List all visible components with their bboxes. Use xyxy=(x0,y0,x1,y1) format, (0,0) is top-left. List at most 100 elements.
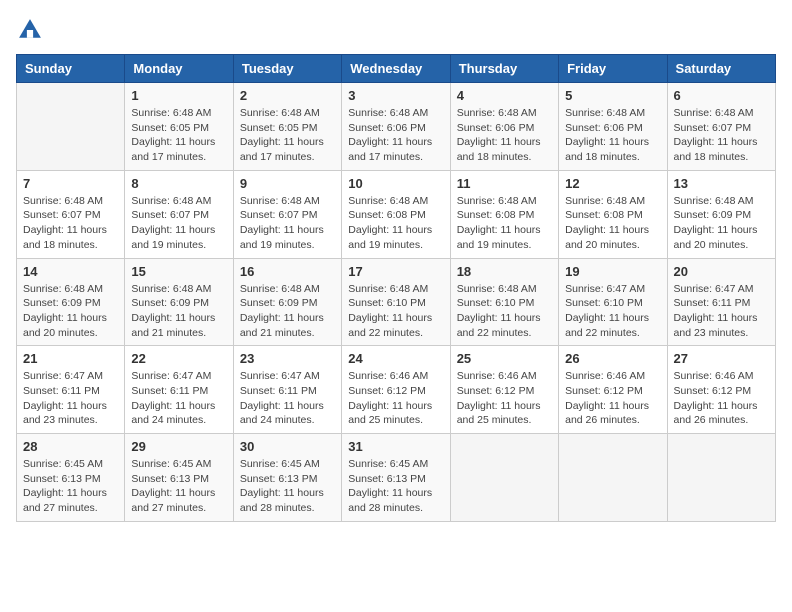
day-number: 6 xyxy=(674,88,769,103)
day-info: Sunrise: 6:46 AMSunset: 6:12 PMDaylight:… xyxy=(348,369,443,428)
day-number: 30 xyxy=(240,439,335,454)
calendar-cell: 8Sunrise: 6:48 AMSunset: 6:07 PMDaylight… xyxy=(125,170,233,258)
calendar-week-row: 14 Sunrise: 6:48 AMSunset: 6:09 PMDayligh… xyxy=(17,258,776,346)
day-info: Sunrise: 6:46 AMSunset: 6:12 PMDaylight:… xyxy=(457,369,552,428)
calendar-cell: 9 Sunrise: 6:48 AMSunset: 6:07 PMDaylight… xyxy=(233,170,341,258)
day-info: Sunrise: 6:47 AMSunset: 6:11 PMDaylight:… xyxy=(674,282,769,341)
calendar-cell: 13Sunrise: 6:48 AMSunset: 6:09 PMDayligh… xyxy=(667,170,775,258)
day-number: 3 xyxy=(348,88,443,103)
day-info: Sunrise: 6:46 AMSunset: 6:12 PMDaylight:… xyxy=(565,369,660,428)
day-number: 18 xyxy=(457,264,552,279)
day-number: 16 xyxy=(240,264,335,279)
day-number: 10 xyxy=(348,176,443,191)
calendar-cell xyxy=(450,434,558,522)
calendar-cell: 14 Sunrise: 6:48 AMSunset: 6:09 PMDayligh… xyxy=(17,258,125,346)
day-number: 9 xyxy=(240,176,335,191)
day-number: 12 xyxy=(565,176,660,191)
calendar-cell: 28 Sunrise: 6:45 AMSunset: 6:13 PMDayligh… xyxy=(17,434,125,522)
weekday-header-sunday: Sunday xyxy=(17,55,125,83)
day-info: Sunrise: 6:47 AMSunset: 6:11 PMDaylight:… xyxy=(23,369,118,428)
day-number: 28 xyxy=(23,439,118,454)
weekday-header-friday: Friday xyxy=(559,55,667,83)
day-info: Sunrise: 6:48 AMSunset: 6:09 PMDaylight:… xyxy=(131,282,226,341)
day-number: 7 xyxy=(23,176,118,191)
day-info: Sunrise: 6:48 AMSunset: 6:06 PMDaylight:… xyxy=(348,106,443,165)
calendar-cell: 18 Sunrise: 6:48 AMSunset: 6:10 PMDayligh… xyxy=(450,258,558,346)
calendar-cell xyxy=(559,434,667,522)
calendar-week-row: 1 Sunrise: 6:48 AMSunset: 6:05 PMDaylight… xyxy=(17,83,776,171)
calendar-week-row: 7 Sunrise: 6:48 AMSunset: 6:07 PMDaylight… xyxy=(17,170,776,258)
page-header xyxy=(16,16,776,44)
calendar-table: SundayMondayTuesdayWednesdayThursdayFrid… xyxy=(16,54,776,522)
day-info: Sunrise: 6:48 AMSunset: 6:08 PMDaylight:… xyxy=(457,194,552,253)
day-number: 23 xyxy=(240,351,335,366)
calendar-cell: 21 Sunrise: 6:47 AMSunset: 6:11 PMDayligh… xyxy=(17,346,125,434)
day-info: Sunrise: 6:45 AMSunset: 6:13 PMDaylight:… xyxy=(240,457,335,516)
calendar-cell: 3 Sunrise: 6:48 AMSunset: 6:06 PMDaylight… xyxy=(342,83,450,171)
day-number: 5 xyxy=(565,88,660,103)
day-info: Sunrise: 6:48 AMSunset: 6:06 PMDaylight:… xyxy=(565,106,660,165)
weekday-header-tuesday: Tuesday xyxy=(233,55,341,83)
day-number: 31 xyxy=(348,439,443,454)
calendar-cell: 11 Sunrise: 6:48 AMSunset: 6:08 PMDayligh… xyxy=(450,170,558,258)
day-info: Sunrise: 6:45 AMSunset: 6:13 PMDaylight:… xyxy=(131,457,226,516)
calendar-cell: 31 Sunrise: 6:45 AMSunset: 6:13 PMDayligh… xyxy=(342,434,450,522)
day-info: Sunrise: 6:45 AMSunset: 6:13 PMDaylight:… xyxy=(23,457,118,516)
day-number: 24 xyxy=(348,351,443,366)
day-number: 14 xyxy=(23,264,118,279)
calendar-cell: 6Sunrise: 6:48 AMSunset: 6:07 PMDaylight… xyxy=(667,83,775,171)
weekday-header-wednesday: Wednesday xyxy=(342,55,450,83)
calendar-week-row: 28 Sunrise: 6:45 AMSunset: 6:13 PMDayligh… xyxy=(17,434,776,522)
day-info: Sunrise: 6:48 AMSunset: 6:09 PMDaylight:… xyxy=(240,282,335,341)
day-number: 26 xyxy=(565,351,660,366)
day-info: Sunrise: 6:48 AMSunset: 6:07 PMDaylight:… xyxy=(131,194,226,253)
day-number: 2 xyxy=(240,88,335,103)
day-info: Sunrise: 6:48 AMSunset: 6:07 PMDaylight:… xyxy=(240,194,335,253)
day-info: Sunrise: 6:48 AMSunset: 6:07 PMDaylight:… xyxy=(23,194,118,253)
calendar-cell: 4 Sunrise: 6:48 AMSunset: 6:06 PMDaylight… xyxy=(450,83,558,171)
day-info: Sunrise: 6:48 AMSunset: 6:06 PMDaylight:… xyxy=(457,106,552,165)
calendar-cell: 17 Sunrise: 6:48 AMSunset: 6:10 PMDayligh… xyxy=(342,258,450,346)
calendar-cell: 30 Sunrise: 6:45 AMSunset: 6:13 PMDayligh… xyxy=(233,434,341,522)
day-info: Sunrise: 6:48 AMSunset: 6:09 PMDaylight:… xyxy=(23,282,118,341)
day-info: Sunrise: 6:47 AMSunset: 6:11 PMDaylight:… xyxy=(240,369,335,428)
day-number: 17 xyxy=(348,264,443,279)
day-number: 19 xyxy=(565,264,660,279)
day-number: 1 xyxy=(131,88,226,103)
calendar-cell xyxy=(17,83,125,171)
calendar-cell: 24 Sunrise: 6:46 AMSunset: 6:12 PMDayligh… xyxy=(342,346,450,434)
day-number: 22 xyxy=(131,351,226,366)
calendar-cell: 2 Sunrise: 6:48 AMSunset: 6:05 PMDaylight… xyxy=(233,83,341,171)
calendar-cell xyxy=(667,434,775,522)
calendar-cell: 27Sunrise: 6:46 AMSunset: 6:12 PMDayligh… xyxy=(667,346,775,434)
weekday-header-saturday: Saturday xyxy=(667,55,775,83)
calendar-cell: 26 Sunrise: 6:46 AMSunset: 6:12 PMDayligh… xyxy=(559,346,667,434)
day-info: Sunrise: 6:47 AMSunset: 6:11 PMDaylight:… xyxy=(131,369,226,428)
day-number: 15 xyxy=(131,264,226,279)
day-info: Sunrise: 6:48 AMSunset: 6:08 PMDaylight:… xyxy=(348,194,443,253)
logo-icon xyxy=(16,16,44,44)
day-info: Sunrise: 6:48 AMSunset: 6:10 PMDaylight:… xyxy=(457,282,552,341)
day-info: Sunrise: 6:48 AMSunset: 6:10 PMDaylight:… xyxy=(348,282,443,341)
weekday-header-row: SundayMondayTuesdayWednesdayThursdayFrid… xyxy=(17,55,776,83)
calendar-cell: 12Sunrise: 6:48 AMSunset: 6:08 PMDayligh… xyxy=(559,170,667,258)
calendar-cell: 20 Sunrise: 6:47 AMSunset: 6:11 PMDayligh… xyxy=(667,258,775,346)
calendar-cell: 1 Sunrise: 6:48 AMSunset: 6:05 PMDaylight… xyxy=(125,83,233,171)
calendar-cell: 29Sunrise: 6:45 AMSunset: 6:13 PMDayligh… xyxy=(125,434,233,522)
calendar-week-row: 21 Sunrise: 6:47 AMSunset: 6:11 PMDayligh… xyxy=(17,346,776,434)
calendar-cell: 19Sunrise: 6:47 AMSunset: 6:10 PMDayligh… xyxy=(559,258,667,346)
calendar-cell: 5 Sunrise: 6:48 AMSunset: 6:06 PMDaylight… xyxy=(559,83,667,171)
day-number: 11 xyxy=(457,176,552,191)
day-info: Sunrise: 6:48 AMSunset: 6:09 PMDaylight:… xyxy=(674,194,769,253)
day-number: 4 xyxy=(457,88,552,103)
day-number: 20 xyxy=(674,264,769,279)
calendar-cell: 25Sunrise: 6:46 AMSunset: 6:12 PMDayligh… xyxy=(450,346,558,434)
calendar-cell: 23 Sunrise: 6:47 AMSunset: 6:11 PMDayligh… xyxy=(233,346,341,434)
calendar-cell: 7 Sunrise: 6:48 AMSunset: 6:07 PMDaylight… xyxy=(17,170,125,258)
calendar-cell: 22 Sunrise: 6:47 AMSunset: 6:11 PMDayligh… xyxy=(125,346,233,434)
day-info: Sunrise: 6:45 AMSunset: 6:13 PMDaylight:… xyxy=(348,457,443,516)
day-info: Sunrise: 6:48 AMSunset: 6:05 PMDaylight:… xyxy=(131,106,226,165)
day-number: 21 xyxy=(23,351,118,366)
calendar-cell: 16 Sunrise: 6:48 AMSunset: 6:09 PMDayligh… xyxy=(233,258,341,346)
day-info: Sunrise: 6:48 AMSunset: 6:05 PMDaylight:… xyxy=(240,106,335,165)
